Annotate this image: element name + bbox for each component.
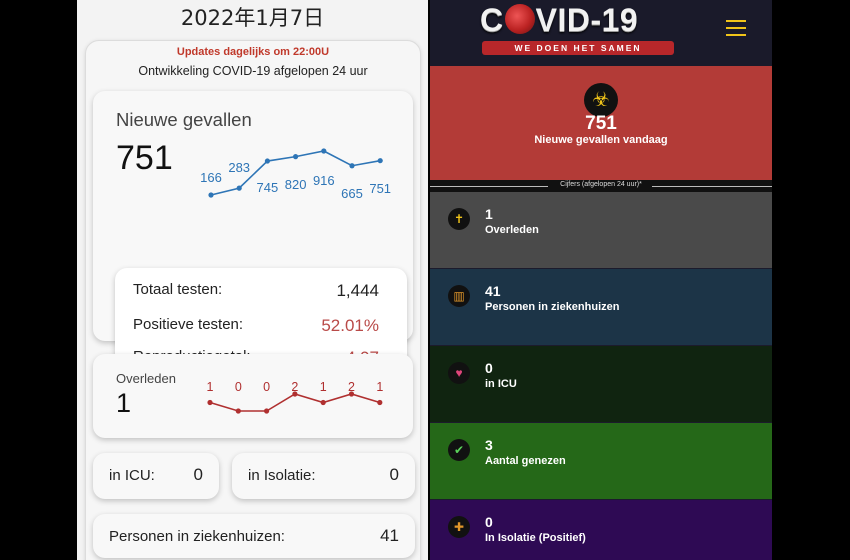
deaths-label: 0: [263, 380, 270, 394]
new-cases-label: 665: [341, 186, 363, 201]
virus-icon: ☣: [584, 83, 618, 117]
hospital-icon: ▥: [448, 285, 470, 307]
deaths-label: 1: [376, 380, 383, 394]
positive-tests-row: Positieve testen: 52.01%: [133, 316, 379, 335]
new-cases-point: [377, 158, 383, 164]
new-cases-point: [208, 192, 214, 198]
stat-tile-value: 0: [485, 360, 493, 376]
check-icon: ✔: [448, 439, 470, 461]
stat-tile-value: 3: [485, 437, 493, 453]
new-cases-hero: ☣ 751 Nieuwe gevallen vandaag: [430, 66, 772, 180]
new-cases-label: 166: [200, 170, 222, 185]
cijfers-divider: Cijfers (afgelopen 24 uur)*: [430, 180, 772, 192]
deaths-card: Overleden 1 1002121: [93, 354, 413, 438]
new-cases-point: [321, 148, 327, 154]
left-dashboard-panel: 2022年1月7日 Updates dagelijks om 22:00U On…: [77, 0, 428, 560]
updates-notice: Updates dagelijks om 22:00U: [176, 46, 330, 58]
new-cases-label: 751: [369, 181, 391, 196]
deaths-point: [207, 399, 213, 406]
new-cases-card: Nieuwe gevallen 751 166 283 745 820 916 665 75…: [93, 91, 413, 378]
coronavirus-icon: [504, 4, 535, 34]
deaths-label: 2: [348, 380, 355, 394]
deaths-sparkline: 1 0 0 2 1 2 1: [207, 380, 383, 414]
cijfers-label: Cijfers (afgelopen 24 uur)*: [560, 181, 642, 188]
new-cases-point: [236, 185, 242, 191]
screenshot-stage: 2022年1月7日 Updates dagelijks om 22:00U On…: [0, 0, 850, 560]
isolation-value: 0: [389, 465, 399, 484]
app-header: C VID-19 WE DOEN HET SAMEN: [430, 0, 772, 66]
stat-tile-value: 1: [485, 206, 493, 222]
new-cases-point: [349, 163, 355, 169]
hero-label: Nieuwe gevallen vandaag: [534, 134, 668, 146]
deaths-label: 1: [320, 380, 327, 394]
new-cases-label: 745: [257, 180, 279, 195]
isolation-card: in Isolatie: 0: [232, 453, 415, 499]
stat-tile[interactable]: ✝ 1 Overleden: [430, 192, 772, 268]
hamburger-menu-icon[interactable]: [726, 20, 746, 36]
deaths-label: 1: [207, 380, 214, 394]
stat-tile-label: Personen in ziekenhuizen: [485, 301, 620, 313]
total-tests-row: Totaal testen: 1,444: [133, 281, 379, 300]
isolation-label: in Isolatie:: [248, 467, 316, 484]
deaths-point: [264, 408, 270, 414]
new-cases-sparkline: 166 283 745 820 916 665 751: [200, 148, 391, 201]
new-cases-label: 916: [313, 173, 335, 188]
total-tests-label: Totaal testen:: [133, 281, 223, 298]
hospital-label: Personen in ziekenhuizen:: [109, 528, 285, 545]
heartbeat-icon: ♥: [448, 362, 470, 384]
stat-tile-value: 41: [485, 283, 501, 299]
hospital-card: Personen in ziekenhuizen: 41: [93, 514, 415, 558]
deaths-label: 2: [291, 380, 298, 394]
development-card: Updates dagelijks om 22:00U Ontwikkeling…: [85, 40, 421, 560]
development-title: Ontwikkeling COVID-19 afgelopen 24 uur: [138, 64, 368, 78]
deaths-label: 0: [235, 380, 242, 394]
positive-tests-label: Positieve testen:: [133, 316, 244, 333]
positive-tests-value: 52.01%: [321, 316, 379, 335]
new-cases-label: 283: [228, 160, 250, 175]
stat-tile-label: Aantal genezen: [485, 455, 566, 467]
new-cases-point: [264, 158, 270, 164]
report-date: 2022年1月7日: [180, 6, 325, 30]
stat-tile-label: Overleden: [485, 224, 539, 236]
deaths-point: [377, 399, 383, 406]
covid-logo: C VID-19: [480, 2, 639, 38]
icu-label: in ICU:: [109, 467, 155, 484]
stat-tile-value: 0: [485, 514, 493, 530]
deaths-point: [235, 408, 241, 414]
icu-card: in ICU: 0: [93, 453, 219, 499]
cross-icon: ✝: [448, 208, 470, 230]
right-app-panel: C VID-19 WE DOEN HET SAMEN ☣ 751 Nieuwe g…: [430, 0, 772, 560]
slogan-banner: WE DOEN HET SAMEN: [482, 41, 674, 55]
stat-tile-label: In Isolatie (Positief): [485, 532, 586, 544]
hero-value: 751: [585, 113, 617, 134]
medkit-icon: ✚: [448, 516, 470, 538]
new-cases-point: [293, 154, 299, 160]
total-tests-value: 1,444: [336, 281, 379, 300]
stat-tile[interactable]: ✚ 0 In Isolatie (Positief): [430, 500, 772, 560]
new-cases-label: 820: [285, 177, 307, 192]
hospital-value: 41: [380, 526, 399, 545]
stat-tile[interactable]: ▥ 41 Personen in ziekenhuizen: [430, 269, 772, 345]
icu-value: 0: [193, 465, 203, 484]
stat-tile[interactable]: ✔ 3 Aantal genezen: [430, 423, 772, 499]
deaths-point: [320, 399, 326, 406]
stat-tile[interactable]: ♥ 0 in ICU: [430, 346, 772, 422]
stat-tile-label: in ICU: [485, 378, 517, 390]
